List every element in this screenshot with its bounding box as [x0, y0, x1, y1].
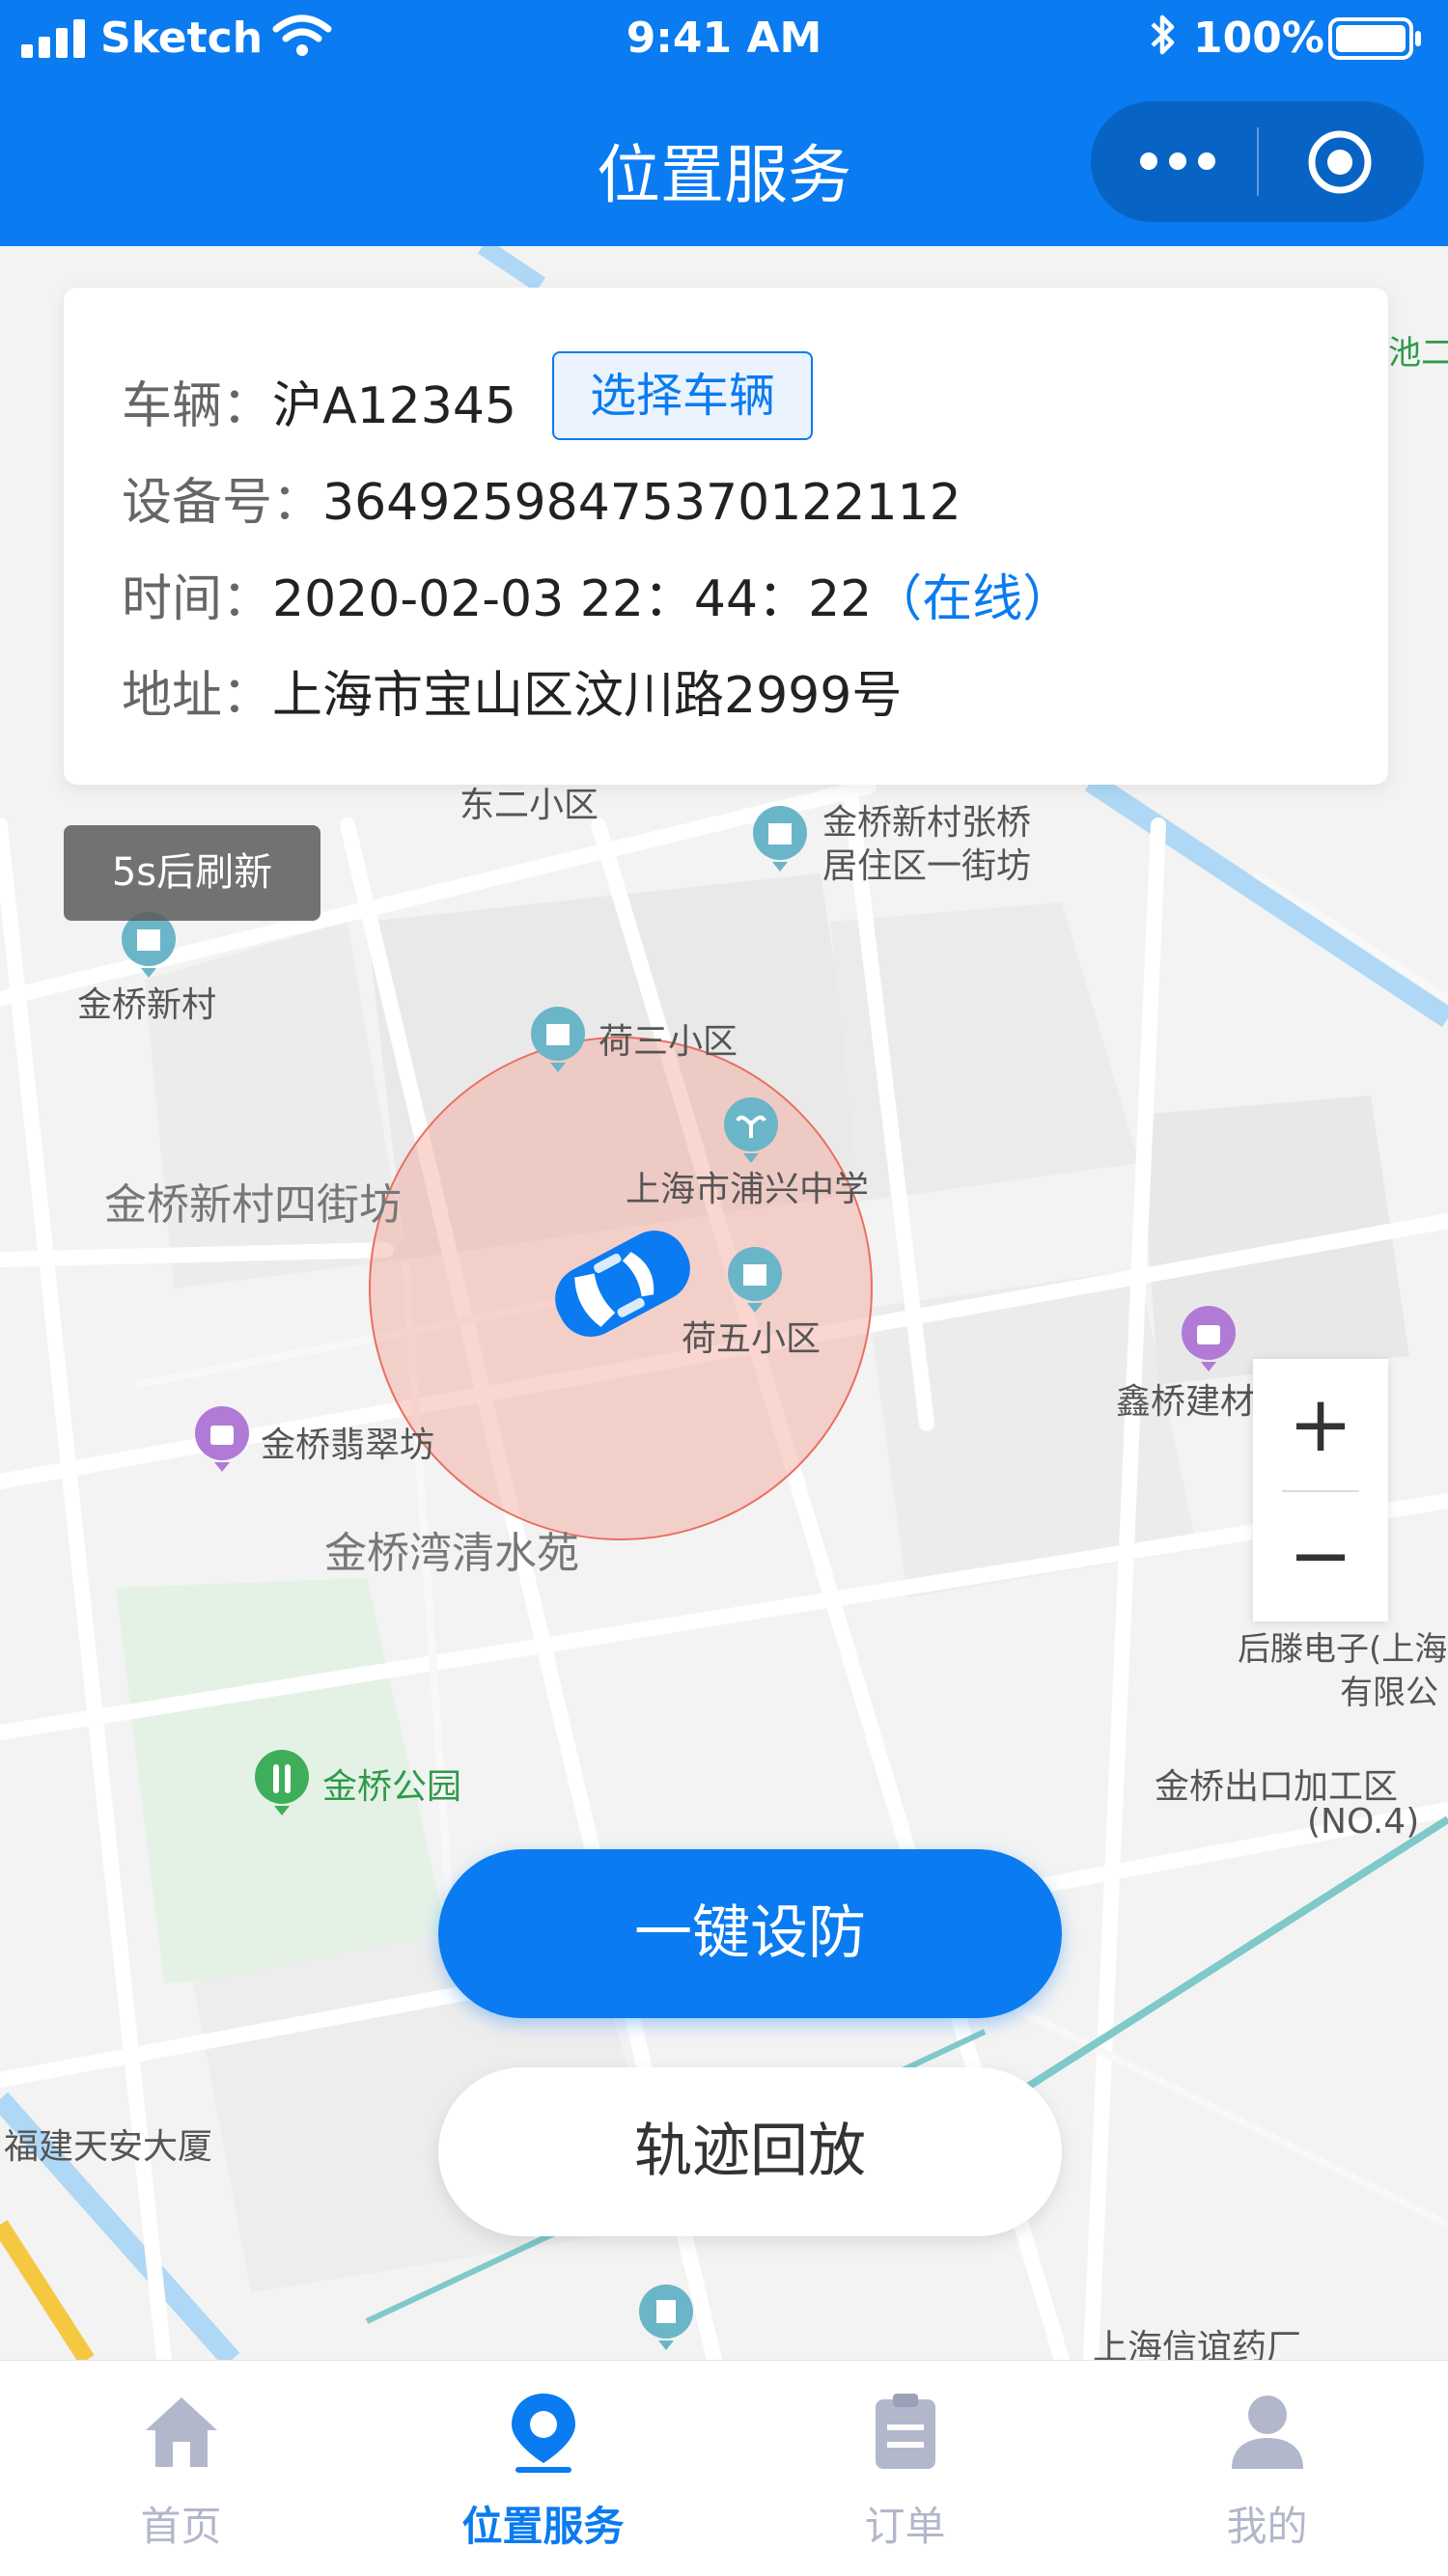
map-label: 金桥翡翠坊	[261, 1426, 435, 1465]
more-icon[interactable]	[1139, 150, 1216, 173]
battery-percent: 100%	[1193, 14, 1324, 63]
map-label: 金桥新村四街坊	[104, 1180, 402, 1230]
tab-label: 位置服务	[461, 2503, 625, 2550]
vehicle-plate: 沪A12345	[272, 377, 517, 435]
tab-location[interactable]: 位置服务	[362, 2361, 724, 2576]
tab-label: 首页	[140, 2503, 222, 2550]
map-label: 福建天安大厦	[4, 2127, 213, 2167]
device-id: 364925984753701221​12	[322, 474, 961, 532]
address-value: 上海市宝山区汶川路2999号	[272, 667, 903, 725]
poi-park-icon[interactable]	[253, 1748, 311, 1815]
tab-bar: 首页 位置服务 订单 我的	[0, 2360, 1448, 2576]
tab-home[interactable]: 首页	[0, 2361, 362, 2576]
top-bar: Sketch 9:41 AM 100% 位置服务	[0, 0, 1448, 246]
time-value: 2020-02-03 22：44：22	[272, 570, 873, 628]
map-label: 鑫桥建材	[1116, 1382, 1256, 1422]
map-label: 金桥公园	[322, 1767, 462, 1807]
poi-shop-icon[interactable]	[1180, 1304, 1238, 1371]
vehicle-label: 车辆：	[122, 377, 273, 435]
arm-button[interactable]: 一键设防	[438, 1849, 1062, 2018]
capsule-divider	[1257, 127, 1259, 196]
time-label: 时间：	[122, 570, 273, 628]
map-label: 后滕电子(上海	[1238, 1630, 1448, 1669]
poi-shop-icon[interactable]	[193, 1404, 251, 1472]
vehicle-info-card: 车辆：沪A12345 选择车辆 设备号：364925984753701221​1…	[64, 288, 1388, 785]
poi-building-icon[interactable]	[529, 1005, 587, 1072]
location-icon	[512, 2394, 575, 2473]
poi-building-icon[interactable]	[637, 2283, 695, 2350]
vehicle-row: 车辆：沪A12345	[122, 365, 516, 437]
poi-building-icon[interactable]	[751, 804, 809, 872]
tab-orders[interactable]: 订单	[724, 2361, 1086, 2576]
poi-building-icon[interactable]	[726, 1245, 784, 1313]
close-target-icon[interactable]	[1305, 127, 1375, 197]
home-icon	[146, 2397, 217, 2467]
map-label: 上海市浦兴中学	[626, 1170, 870, 1209]
time-row: 时间：2020-02-03 22：44：22（在线）	[122, 558, 1072, 630]
mini-program-capsule	[1091, 101, 1424, 222]
poi-school-icon[interactable]	[722, 1095, 780, 1163]
zoom-in-button[interactable]: +	[1253, 1359, 1388, 1490]
select-vehicle-button[interactable]: 选择车辆	[552, 351, 813, 440]
zoom-out-button[interactable]: −	[1253, 1490, 1388, 1621]
map-label: 荷三小区	[599, 1022, 738, 1062]
map-label: 上海信谊药厂	[1093, 2328, 1302, 2360]
map-label: 居住区一街坊	[822, 846, 1032, 886]
device-label: 设备号：	[122, 474, 323, 532]
tab-profile[interactable]: 我的	[1086, 2361, 1448, 2576]
device-row: 设备号：364925984753701221​12	[122, 461, 961, 534]
map-label: 有限公	[1340, 1674, 1438, 1712]
battery-icon	[1328, 17, 1421, 60]
tab-label: 我的	[1226, 2503, 1308, 2550]
zoom-control: + −	[1253, 1359, 1388, 1621]
address-label: 地址：	[122, 667, 273, 725]
address-row: 地址：上海市宝山区汶川路2999号	[122, 654, 902, 727]
map-label: 金桥新村	[77, 985, 217, 1025]
online-status: （在线）	[872, 570, 1073, 628]
map-label: 金桥湾清水苑	[324, 1529, 579, 1578]
order-icon	[876, 2394, 935, 2469]
bluetooth-icon	[1151, 14, 1175, 55]
map-label: 池二	[1388, 334, 1448, 373]
user-icon	[1232, 2396, 1303, 2469]
tab-label: 订单	[864, 2503, 946, 2550]
map-label: (NO.4)	[1307, 1802, 1420, 1842]
vehicle-marker-icon[interactable]	[541, 1221, 705, 1346]
refresh-countdown: 5s后刷新	[64, 825, 320, 921]
track-playback-button[interactable]: 轨迹回放	[438, 2067, 1062, 2236]
